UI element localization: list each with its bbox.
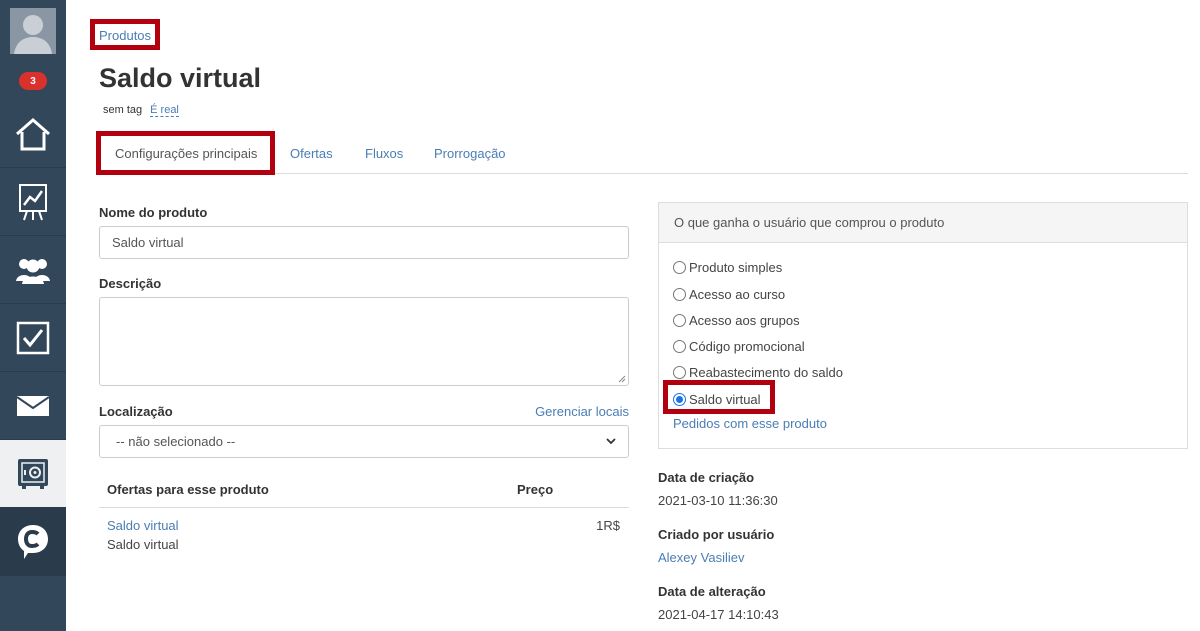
main-content: Produtos Saldo virtual sem tag É real Co… — [66, 0, 1200, 631]
radio-label: Reabastecimento do saldo — [689, 365, 843, 380]
location-select[interactable]: -- não selecionado -- — [99, 425, 629, 458]
radio-button[interactable] — [673, 366, 686, 379]
offers-header-name: Ofertas para esse produto — [107, 482, 269, 497]
orders-link[interactable]: Pedidos com esse produto — [673, 416, 827, 431]
radio-group-access[interactable]: Acesso aos grupos — [673, 313, 800, 328]
safe-icon — [18, 458, 48, 489]
creator-label: Criado por usuário — [658, 527, 775, 542]
chevron-down-icon — [606, 438, 616, 445]
offer-link[interactable]: Saldo virtual — [107, 518, 179, 533]
user-avatar-icon — [10, 8, 56, 54]
radio-label: Acesso ao curso — [689, 287, 786, 302]
product-name-value: Saldo virtual — [112, 235, 184, 250]
sidebar-item-analytics[interactable] — [0, 168, 66, 236]
users-icon — [16, 258, 50, 284]
offers-header-price: Preço — [517, 482, 554, 497]
tags: sem tag É real — [103, 104, 179, 117]
sidebar-item-chat[interactable] — [0, 508, 66, 576]
radio-button[interactable] — [673, 288, 686, 301]
creator-link[interactable]: Alexey Vasiliev — [658, 550, 744, 565]
sidebar-item-mail[interactable] — [0, 372, 66, 440]
description-label: Descrição — [99, 276, 162, 291]
sidebar-item-users[interactable] — [0, 236, 66, 304]
location-label: Localização — [99, 404, 173, 419]
breadcrumb[interactable]: Produtos — [99, 28, 151, 43]
page-title: Saldo virtual — [99, 63, 262, 93]
resize-handle-icon[interactable] — [618, 375, 626, 383]
created-date-value: 2021-03-10 11:36:30 — [658, 493, 778, 508]
tab-offers[interactable]: Ofertas — [290, 146, 333, 161]
description-textarea[interactable] — [99, 297, 629, 386]
radio-label: Produto simples — [689, 260, 783, 275]
modified-date-label: Data de alteração — [658, 584, 766, 599]
manage-locations-link[interactable]: Gerenciar locais — [535, 404, 629, 419]
sidebar-item-home[interactable] — [0, 100, 66, 168]
radio-label: Código promocional — [689, 339, 805, 354]
location-selected-value: -- não selecionado -- — [116, 434, 236, 449]
sidebar: 3 — [0, 0, 66, 631]
highlight-tab-main-settings — [96, 131, 275, 175]
product-type-panel-title: O que ganha o usuário que comprou o prod… — [659, 203, 1187, 243]
radio-button[interactable] — [673, 314, 686, 327]
radio-button[interactable] — [673, 340, 686, 353]
offers-table-header: Ofertas para esse produto Preço — [99, 472, 629, 508]
mail-icon — [16, 395, 50, 416]
sidebar-item-products[interactable] — [0, 440, 66, 508]
radio-simple-product[interactable]: Produto simples — [673, 260, 782, 275]
created-date-label: Data de criação — [658, 470, 755, 485]
home-icon — [16, 117, 50, 150]
chat-icon — [18, 524, 48, 559]
notification-badge[interactable]: 3 — [19, 72, 47, 90]
tag-real[interactable]: É real — [150, 104, 179, 117]
radio-promo-code[interactable]: Código promocional — [673, 339, 805, 354]
offer-subtitle: Saldo virtual — [107, 537, 179, 552]
modified-date-value: 2021-04-17 14:10:43 — [658, 607, 779, 622]
chart-icon — [19, 183, 47, 220]
radio-balance-topup[interactable]: Reabastecimento do saldo — [673, 365, 843, 380]
sidebar-item-tasks[interactable] — [0, 304, 66, 372]
tab-extension[interactable]: Prorrogação — [434, 146, 506, 161]
table-row: Saldo virtual Saldo virtual 1R$ — [99, 508, 629, 558]
offer-price: 1R$ — [596, 518, 620, 533]
tab-flows[interactable]: Fluxos — [365, 146, 403, 161]
avatar[interactable] — [0, 0, 66, 62]
product-name-label: Nome do produto — [99, 205, 208, 220]
tasks-icon — [16, 321, 50, 354]
highlight-virtual-balance — [663, 380, 775, 414]
radio-label: Acesso aos grupos — [689, 313, 800, 328]
tag-none: sem tag — [103, 104, 143, 116]
radio-button[interactable] — [673, 261, 686, 274]
radio-course-access[interactable]: Acesso ao curso — [673, 287, 785, 302]
product-name-input[interactable]: Saldo virtual — [99, 226, 629, 259]
